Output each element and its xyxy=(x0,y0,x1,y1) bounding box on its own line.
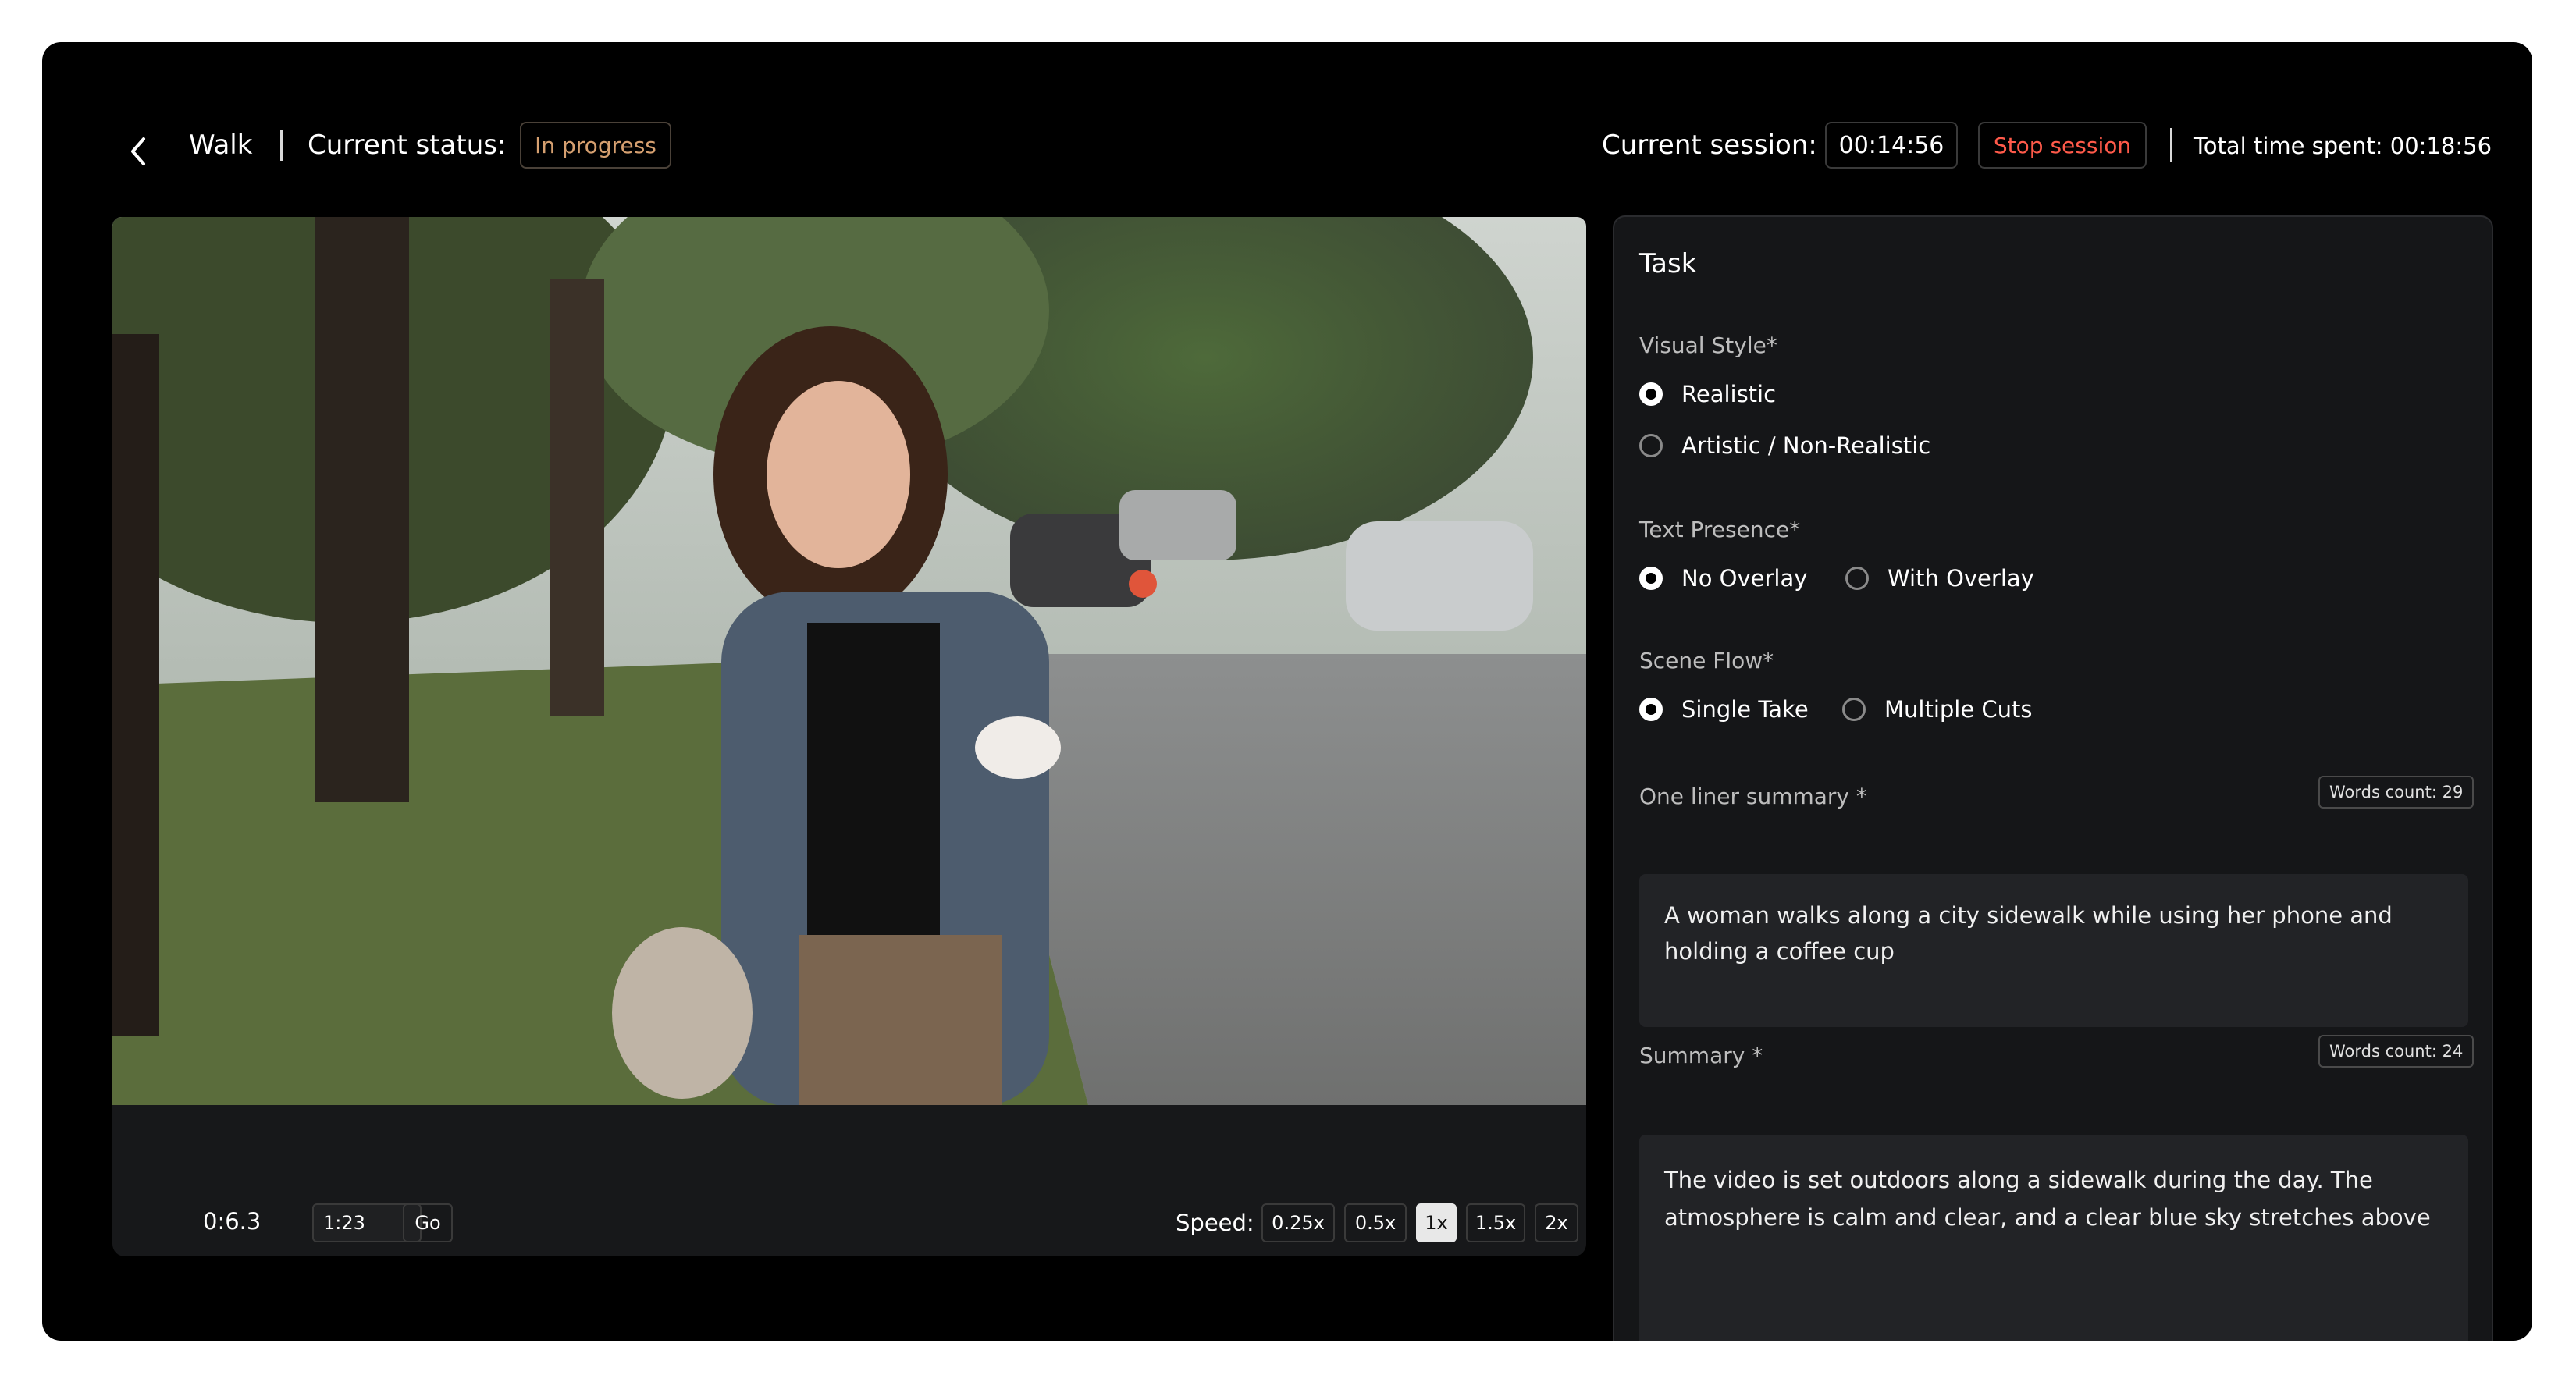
text-presence-label: Text Presence* xyxy=(1639,517,1801,542)
video-player[interactable] xyxy=(112,217,1586,1105)
option-no-overlay-label: No Overlay xyxy=(1681,565,1808,592)
option-artistic-label: Artistic / Non-Realistic xyxy=(1681,432,1931,459)
task-panel: Task Visual Style* Realistic Artistic / … xyxy=(1613,215,2493,1341)
speed-025x-button[interactable]: 0.25x xyxy=(1261,1203,1335,1242)
option-single-take-label: Single Take xyxy=(1681,696,1809,723)
radio-with-overlay[interactable] xyxy=(1845,567,1869,590)
speed-15x-button[interactable]: 1.5x xyxy=(1466,1203,1525,1242)
speed-1x-button[interactable]: 1x xyxy=(1416,1203,1457,1242)
summary-textarea[interactable]: The video is set outdoors along a sidewa… xyxy=(1639,1135,2468,1341)
task-title: Task xyxy=(1639,248,1697,279)
one-liner-label: One liner summary * xyxy=(1639,784,1867,809)
one-liner-textarea[interactable]: A woman walks along a city sidewalk whil… xyxy=(1639,874,2468,1027)
speed-label: Speed: xyxy=(1176,1210,1254,1236)
page-title: Walk xyxy=(189,130,253,161)
status-label: Current status: xyxy=(308,130,507,161)
header-divider-right xyxy=(2170,128,2172,162)
stop-session-button[interactable]: Stop session xyxy=(1978,122,2147,169)
scene-flow-label: Scene Flow* xyxy=(1639,648,1774,673)
option-with-overlay-label: With Overlay xyxy=(1888,565,2034,592)
radio-multiple-cuts[interactable] xyxy=(1842,698,1866,721)
summary-label: Summary * xyxy=(1639,1043,1763,1068)
session-label: Current session: xyxy=(1602,130,1817,161)
summary-word-count: Words count: 24 xyxy=(2318,1035,2475,1068)
radio-single-take[interactable] xyxy=(1639,698,1663,721)
chevron-left-icon[interactable] xyxy=(120,130,159,173)
current-time: 0:6.3 xyxy=(203,1208,262,1235)
radio-no-overlay[interactable] xyxy=(1639,567,1663,590)
one-liner-word-count: Words count: 29 xyxy=(2318,776,2475,808)
speed-05x-button[interactable]: 0.5x xyxy=(1344,1203,1407,1242)
status-badge: In progress xyxy=(520,122,671,169)
radio-artistic[interactable] xyxy=(1639,434,1663,457)
player-controls: 0:6.3 Go Speed: 0.25x 0.5x 1x 1.5x 2x xyxy=(112,1105,1586,1256)
radio-realistic[interactable] xyxy=(1639,382,1663,406)
total-time: Total time spent: 00:18:56 xyxy=(2194,133,2492,159)
option-multiple-cuts-label: Multiple Cuts xyxy=(1884,696,2033,723)
option-realistic-label: Realistic xyxy=(1681,381,1777,407)
session-timer: 00:14:56 xyxy=(1825,122,1958,169)
go-button[interactable]: Go xyxy=(403,1203,453,1242)
header-divider xyxy=(280,130,283,161)
visual-style-label: Visual Style* xyxy=(1639,332,1777,358)
speed-2x-button[interactable]: 2x xyxy=(1535,1203,1578,1242)
video-frame xyxy=(112,217,1586,1105)
app-frame: Walk Current status: In progress Current… xyxy=(42,42,2532,1341)
